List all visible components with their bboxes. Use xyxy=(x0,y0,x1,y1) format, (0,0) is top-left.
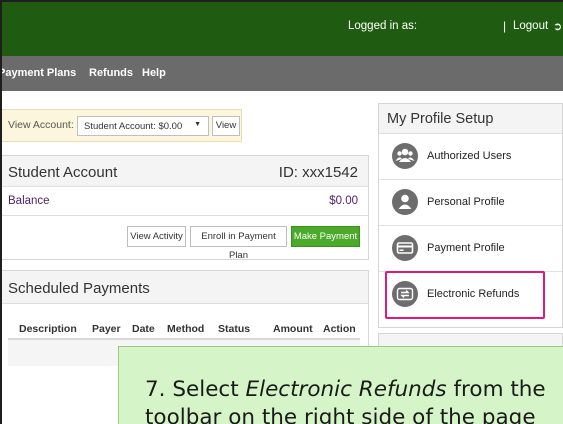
logged-in-label: Logged in as: xyxy=(348,20,418,32)
student-account-panel: Student Account ID: xxx1542 Balance $0.0… xyxy=(0,155,369,261)
make-payment-button[interactable]: Make Payment xyxy=(291,226,360,247)
student-account-title: Student Account xyxy=(8,164,118,181)
instruction-line-1: 7. Select Electronic Refunds from the xyxy=(145,377,546,402)
account-select[interactable]: Student Account: $0.00 ▼ xyxy=(77,116,209,136)
student-account-header: Student Account ID: xxx1542 xyxy=(0,156,368,187)
credit-card-icon xyxy=(392,235,418,261)
balance-label: Balance xyxy=(8,195,50,207)
sign-out-icon[interactable]: ➲ xyxy=(553,20,562,33)
column-header-description: Description xyxy=(19,323,77,335)
view-account-bar: View Account: Student Account: $0.00 ▼ V… xyxy=(0,109,242,142)
view-activity-button[interactable]: View Activity xyxy=(127,226,186,247)
column-header-method: Method xyxy=(167,323,205,335)
profile-item-payment-profile[interactable]: Payment Profile xyxy=(379,226,562,272)
enroll-payment-plan-button[interactable]: Enroll in Payment Plan xyxy=(190,226,287,261)
scheduled-payments-header: Scheduled Payments xyxy=(0,271,368,304)
users-icon xyxy=(392,143,418,169)
nav-item-payment-plans[interactable]: Payment Plans xyxy=(0,67,76,79)
instruction-callout: 7. Select Electronic Refunds from the to… xyxy=(118,346,563,424)
column-header-payer: Payer xyxy=(92,323,121,335)
header-separator: | xyxy=(503,19,507,33)
balance-row: Balance $0.00 xyxy=(0,187,368,216)
profile-setup-header: My Profile Setup xyxy=(379,104,562,134)
electronic-refunds-highlight xyxy=(385,271,545,319)
view-account-label: View Account: xyxy=(8,119,74,131)
profile-setup-title: My Profile Setup xyxy=(387,111,494,127)
profile-item-authorized-users[interactable]: Authorized Users xyxy=(379,134,562,180)
account-actions: View Activity Enroll in Payment Plan Mak… xyxy=(0,216,368,261)
account-select-value: Student Account: $0.00 xyxy=(84,121,183,132)
column-header-status: Status xyxy=(218,323,251,335)
student-id: ID: xxx1542 xyxy=(278,164,358,181)
profile-item-label: Authorized Users xyxy=(427,150,512,162)
profile-item-label: Personal Profile xyxy=(427,196,505,208)
view-button[interactable]: View xyxy=(212,116,240,136)
top-header: Logged in as: | Logout ➲ xyxy=(0,0,563,56)
main-nav: Payment Plans Refunds Help xyxy=(0,56,563,91)
column-header-date: Date xyxy=(132,323,155,335)
profile-item-label: Payment Profile xyxy=(427,242,505,254)
nav-item-help[interactable]: Help xyxy=(142,67,166,79)
column-header-action: Action xyxy=(323,323,356,335)
logout-link[interactable]: Logout xyxy=(513,20,548,32)
nav-item-refunds[interactable]: Refunds xyxy=(89,67,133,79)
profile-item-personal-profile[interactable]: Personal Profile xyxy=(379,180,562,226)
caret-down-icon: ▼ xyxy=(194,121,201,128)
scheduled-payments-title: Scheduled Payments xyxy=(8,280,150,297)
instruction-emphasis: Electronic Refunds xyxy=(245,377,447,402)
instruction-line-2: toolbar on the right side of the page xyxy=(145,405,536,424)
balance-value: $0.00 xyxy=(329,195,358,207)
column-header-amount: Amount xyxy=(273,323,313,335)
user-icon xyxy=(392,189,418,215)
